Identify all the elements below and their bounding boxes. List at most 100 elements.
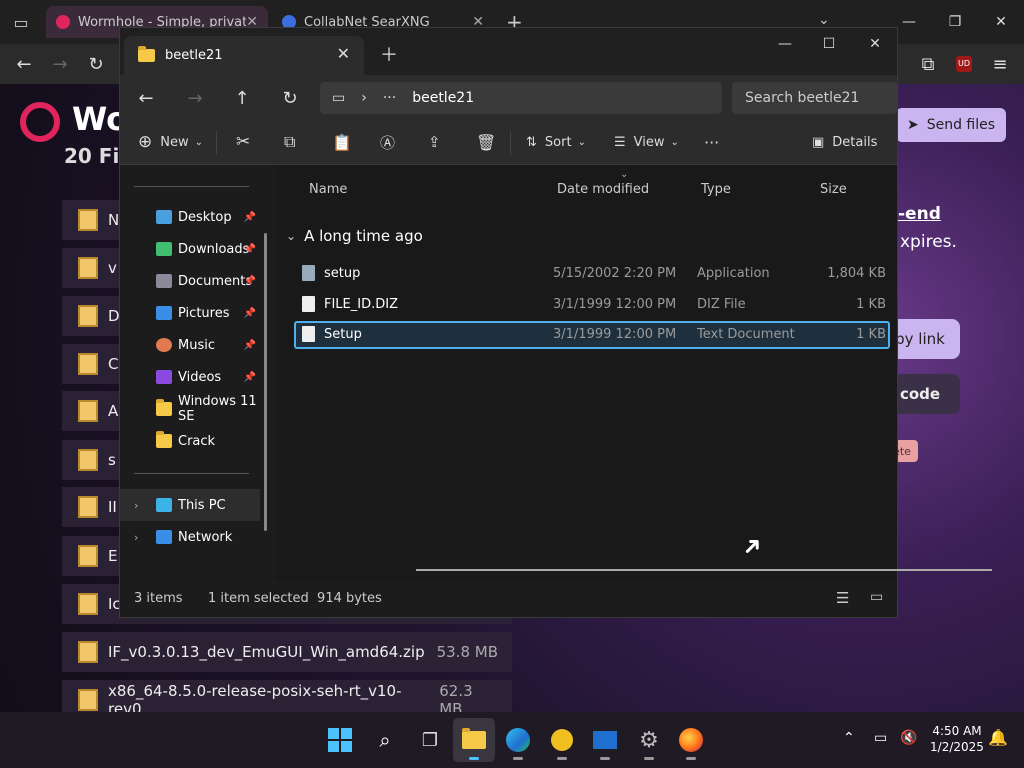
paste-icon[interactable]: 📋 (332, 127, 352, 157)
wormhole-favicon-icon (56, 15, 70, 29)
firefox-icon[interactable] (670, 718, 712, 762)
scrollbar[interactable] (264, 233, 267, 531)
sidebar-item-label: Downloads (178, 241, 250, 257)
pin-icon: 📌 (243, 211, 256, 223)
app-icon[interactable] (541, 718, 583, 762)
chevron-up-icon[interactable]: ⌃ (843, 730, 855, 746)
menu-icon[interactable]: ≡ (986, 50, 1014, 78)
minimize-icon[interactable]: — (762, 28, 808, 60)
app-icon[interactable] (584, 718, 626, 762)
copy-icon[interactable]: ⧉ (284, 127, 295, 157)
explorer-tab-title: beetle21 (165, 48, 223, 63)
file-icon (302, 296, 315, 312)
new-button[interactable]: ⊕ New ⌄ (138, 127, 203, 157)
running-indicator (513, 757, 523, 760)
column-header-date[interactable]: Date modified (557, 182, 649, 197)
table-row[interactable]: FILE_ID.DIZ 3/1/1999 12:00 PM DIZ File 1… (294, 291, 890, 319)
network-tray-icon[interactable]: ▭ (874, 730, 887, 746)
back-icon[interactable]: ← (10, 50, 38, 78)
zip-file-icon (78, 496, 98, 518)
app-logo (593, 731, 617, 749)
maximize-icon[interactable]: ☐ (806, 28, 852, 60)
table-row[interactable]: Setup 3/1/1999 12:00 PM Text Document 1 … (294, 321, 890, 349)
sidebar-item-windows-11-se[interactable]: Windows 11 SE (120, 393, 260, 425)
settings-gear-icon[interactable]: ⚙ (628, 718, 670, 762)
breadcrumb-overflow[interactable]: ··· (383, 90, 396, 106)
sidebar-item-crack[interactable]: Crack (120, 425, 260, 457)
new-tab-button[interactable]: ＋ (380, 41, 398, 67)
close-icon[interactable]: ✕ (978, 0, 1024, 44)
zip-file-icon (78, 305, 98, 327)
delete-icon[interactable]: 🗑 (476, 127, 496, 157)
navigation-pane: Desktop 📌 Downloads 📌 Documents 📌 Pictures 📌… (120, 165, 275, 581)
search-input[interactable]: Search beetle21 (732, 82, 897, 114)
sort-icon: ⇅ (526, 134, 537, 150)
sidebar-item-desktop[interactable]: Desktop 📌 (120, 201, 260, 233)
forward-icon[interactable]: → (46, 50, 74, 78)
sidebar-item-network[interactable]: › Network (120, 521, 260, 553)
sidebar-item-downloads[interactable]: Downloads 📌 (120, 233, 260, 265)
clock[interactable]: 4:50 AM 1/2/2025 (930, 724, 984, 754)
selection-info: 1 item selected 914 bytes (208, 591, 382, 606)
reload-icon[interactable]: ↻ (82, 50, 110, 78)
address-bar-row: ← → ↑ ↻ ▭ › ··· beetle21 Search beetle21 (120, 75, 897, 121)
windows-icon (328, 728, 352, 752)
details-label: Details (832, 134, 878, 150)
cut-icon[interactable]: ✂ (236, 127, 250, 157)
tab-list-icon[interactable]: ⌄ (818, 12, 830, 28)
text-document-icon (302, 326, 315, 342)
search-icon[interactable]: ⌕ (364, 718, 406, 762)
file-list: ⌄ Name Date modified Type Size ⌄ A long t… (276, 165, 992, 581)
sidebar-item-label: Documents (178, 273, 253, 289)
taskbar: ⌕ ❐ ⚙ ⌃ ▭ 🔇 4:50 AM 1/2/2025 🔔 (0, 712, 1024, 768)
column-header-type[interactable]: Type (701, 182, 731, 197)
list-item[interactable]: IF_v0.3.0.13_dev_EmuGUI_Win_amd64.zip 53.… (62, 632, 512, 672)
extensions-icon[interactable]: ⧉ (914, 50, 942, 78)
close-icon[interactable]: ✕ (852, 28, 898, 60)
close-icon[interactable]: ✕ (337, 44, 350, 63)
list-item[interactable]: x86_64-8.5.0-release-posix-seh-rt_v10-re… (62, 680, 512, 712)
address-bar[interactable]: ▭ › ··· beetle21 (320, 82, 722, 114)
edge-icon[interactable] (497, 718, 539, 762)
column-header-size[interactable]: Size (820, 182, 847, 197)
column-header-name[interactable]: Name (309, 182, 347, 197)
maximize-icon[interactable]: ❐ (932, 0, 978, 44)
sidebar-item-this-pc[interactable]: › This PC (120, 489, 260, 521)
sort-button[interactable]: ⇅ Sort ⌄ (526, 127, 586, 157)
table-row[interactable]: setup 5/15/2002 2:20 PM Application 1,80… (294, 260, 890, 288)
task-view-icon[interactable]: ❐ (409, 718, 451, 762)
rename-icon[interactable]: Ⓐ (380, 127, 395, 157)
tab-actions-icon[interactable]: ▭ (8, 10, 34, 36)
ublock-icon[interactable]: UD (950, 50, 978, 78)
file-explorer-taskbar-icon[interactable] (453, 718, 495, 762)
details-view-icon[interactable]: ☰ (836, 589, 849, 607)
sidebar-item-videos[interactable]: Videos 📌 (120, 361, 260, 393)
clock-date: 1/2/2025 (930, 740, 984, 754)
horizontal-scrollbar[interactable] (416, 569, 992, 571)
sidebar-item-pictures[interactable]: Pictures 📌 (120, 297, 260, 329)
send-files-button[interactable]: ➤ Send files (896, 108, 1006, 142)
chevron-right-icon[interactable]: › (134, 531, 138, 544)
computer-icon (156, 498, 172, 512)
sidebar-item-documents[interactable]: Documents 📌 (120, 265, 260, 297)
sidebar-item-label: Windows 11 SE (178, 394, 257, 424)
breadcrumb[interactable]: beetle21 (412, 90, 474, 106)
encryption-link[interactable]: -end (898, 204, 941, 224)
file-name: setup (324, 266, 361, 281)
desktop-icon (156, 210, 172, 224)
more-options-button[interactable]: ··· (704, 127, 719, 157)
tiles-view-icon[interactable]: ▭ (870, 589, 883, 605)
file-name: Setup (324, 327, 362, 342)
chevron-right-icon[interactable]: › (134, 499, 138, 512)
group-header[interactable]: ⌄ A long time ago (286, 227, 423, 245)
volume-muted-icon[interactable]: 🔇 (900, 730, 917, 746)
sidebar-item-music[interactable]: Music 📌 (120, 329, 260, 361)
start-button[interactable] (319, 718, 361, 762)
notification-bell-icon[interactable]: 🔔 (988, 728, 1008, 747)
file-name: N (108, 211, 120, 229)
details-button[interactable]: ▣ Details (812, 127, 877, 157)
explorer-title-bar: beetle21 ✕ ＋ — ☐ ✕ (120, 28, 897, 75)
share-icon[interactable]: ⇪ (428, 127, 441, 157)
explorer-tab[interactable]: beetle21 ✕ (124, 36, 364, 75)
view-button[interactable]: ☰ View ⌄ (614, 127, 679, 157)
